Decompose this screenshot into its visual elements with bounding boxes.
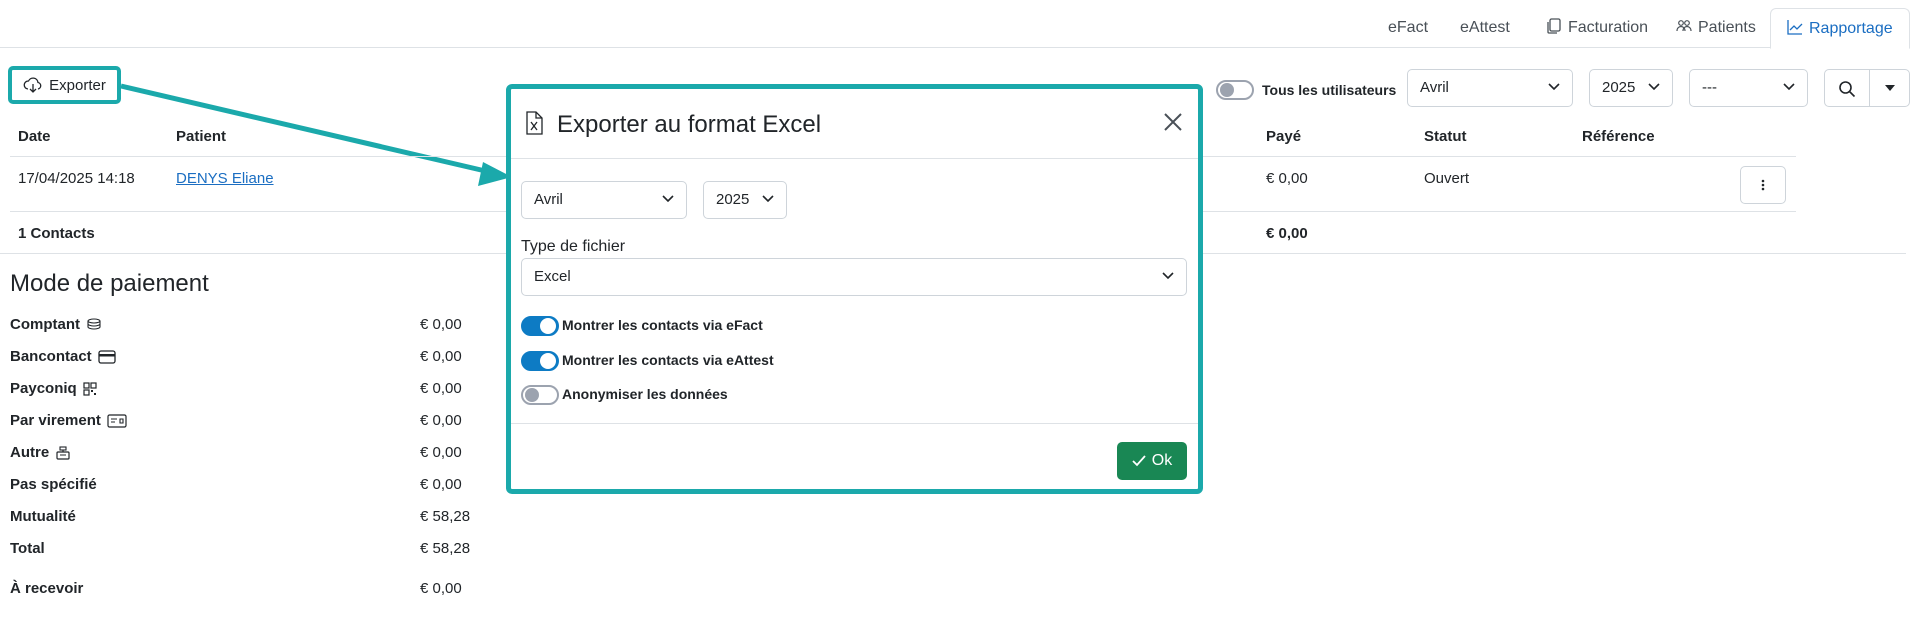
payment-row-label: Bancontact <box>10 348 116 365</box>
chevron-down-icon <box>762 195 774 203</box>
payment-value: € 0,00 <box>420 316 462 333</box>
payment-value: € 0,00 <box>420 348 462 365</box>
efact-contacts-toggle[interactable] <box>521 316 559 336</box>
ok-label: Ok <box>1151 452 1173 469</box>
modal-month-select[interactable]: Avril <box>521 181 687 219</box>
file-type-value: Excel <box>534 268 571 285</box>
row-status: Ouvert <box>1424 170 1470 187</box>
month-value: Avril <box>1420 79 1449 96</box>
payment-row-label: Comptant <box>10 316 102 333</box>
ok-button[interactable]: Ok <box>1117 442 1187 480</box>
divider <box>1869 70 1870 106</box>
column-header-reference: Référence <box>1582 128 1655 145</box>
payment-label: Comptant <box>10 316 80 333</box>
payment-label: Bancontact <box>10 348 92 365</box>
payment-value: € 0,00 <box>420 380 462 397</box>
anonymize-toggle[interactable] <box>521 385 559 405</box>
year-select[interactable]: 2025 <box>1589 69 1673 107</box>
bank-transfer-icon <box>107 413 127 428</box>
payment-row-label: Par virement <box>10 412 127 429</box>
row-paid: € 0,00 <box>1266 170 1308 187</box>
patient-link[interactable]: DENYS Eliane <box>176 170 274 187</box>
row-date: 17/04/2025 14:18 <box>18 170 135 187</box>
year-value: 2025 <box>1602 79 1636 96</box>
option-label: Montrer les contacts via eAttest <box>562 352 774 368</box>
paid-total: € 0,00 <box>1266 225 1308 242</box>
extra-select[interactable]: --- <box>1689 69 1808 107</box>
payment-row-label: Autre <box>10 444 71 461</box>
extra-value: --- <box>1702 79 1717 96</box>
chevron-down-icon <box>1783 83 1795 91</box>
file-type-label: Type de fichier <box>521 238 626 255</box>
payment-label: À recevoir <box>10 580 84 597</box>
payment-label: Par virement <box>10 412 101 429</box>
search-button-group <box>1824 69 1910 107</box>
contacts-count: 1 Contacts <box>18 225 95 242</box>
section-title: Mode de paiement <box>10 270 209 297</box>
payment-label: Autre <box>10 444 50 461</box>
eattest-contacts-toggle[interactable] <box>521 351 559 371</box>
file-type-select[interactable]: Excel <box>521 258 1187 296</box>
chevron-down-icon <box>1162 272 1174 280</box>
cash-stack-icon <box>87 317 101 330</box>
payment-label: Payconiq <box>10 380 77 397</box>
credit-card-icon <box>98 349 116 364</box>
payment-value: € 58,28 <box>420 508 471 525</box>
divider <box>511 423 1198 424</box>
year-value: 2025 <box>716 191 750 208</box>
payment-value: € 0,00 <box>420 580 462 597</box>
file-excel-icon <box>526 111 543 135</box>
month-select[interactable]: Avril <box>1407 69 1573 107</box>
payment-value: € 58,28 <box>420 540 471 557</box>
row-actions-button[interactable] <box>1740 166 1786 204</box>
payment-value: € 0,00 <box>420 444 462 461</box>
search-icon[interactable] <box>1838 80 1856 98</box>
check-icon <box>1132 455 1146 467</box>
option-label: Montrer les contacts via eFact <box>562 317 763 333</box>
export-modal: Exporter au format Excel Avril 2025 Type… <box>506 84 1203 494</box>
column-header-date: Date <box>18 128 51 145</box>
modal-title: Exporter au format Excel <box>557 111 822 138</box>
caret-down-icon[interactable] <box>1885 85 1895 91</box>
payment-value: € 0,00 <box>420 476 462 493</box>
modal-header: Exporter au format Excel <box>511 89 1198 159</box>
chevron-down-icon <box>1548 83 1560 91</box>
payment-row-label: Payconiq <box>10 380 97 397</box>
payment-label: Total <box>10 540 45 557</box>
payment-label: Mutualité <box>10 508 76 525</box>
option-label: Anonymiser les données <box>562 386 728 402</box>
column-header-patient: Patient <box>176 128 227 145</box>
all-users-toggle[interactable] <box>1216 80 1254 100</box>
chevron-down-icon <box>662 195 674 203</box>
qr-code-icon <box>83 381 97 396</box>
close-icon[interactable] <box>1162 111 1184 133</box>
month-value: Avril <box>534 191 563 208</box>
cash-register-icon <box>56 445 70 460</box>
three-dots-vertical-icon <box>1761 179 1765 191</box>
column-header-status: Statut <box>1424 128 1467 145</box>
payment-label: Pas spécifié <box>10 476 97 493</box>
payment-value: € 0,00 <box>420 412 462 429</box>
all-users-label: Tous les utilisateurs <box>1262 82 1397 98</box>
chevron-down-icon <box>1648 83 1660 91</box>
column-header-paid: Payé <box>1266 128 1302 145</box>
modal-year-select[interactable]: 2025 <box>703 181 787 219</box>
